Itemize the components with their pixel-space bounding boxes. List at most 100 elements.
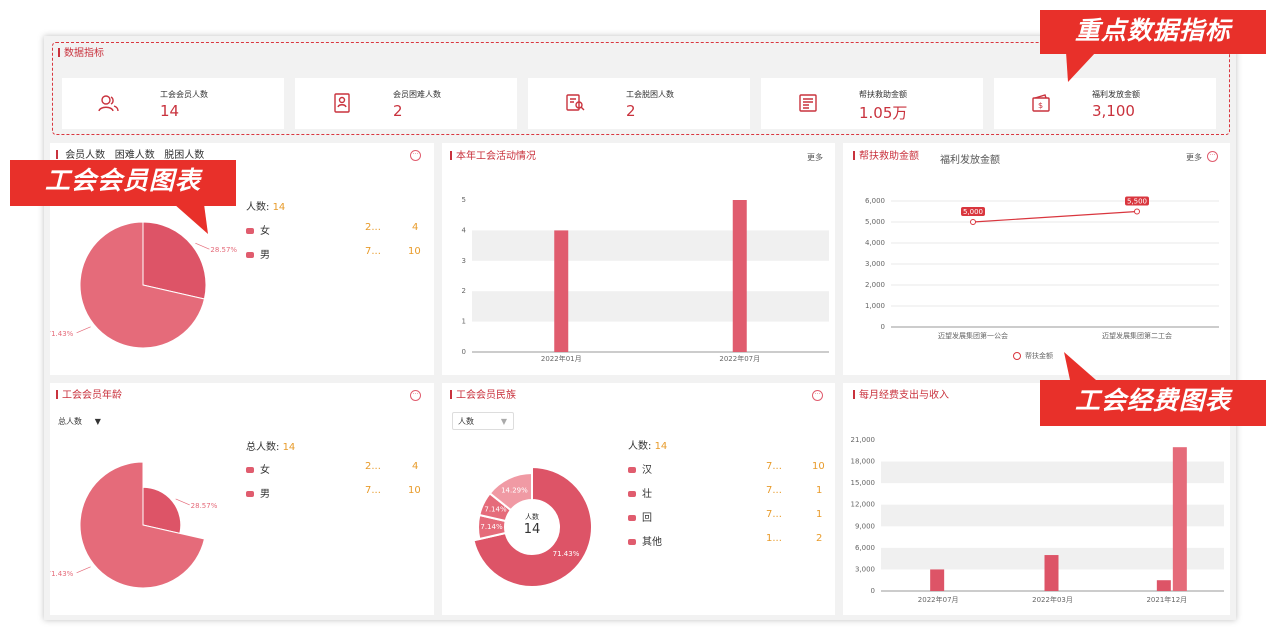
- id-card-icon: [566, 94, 585, 111]
- legend-count: 1: [816, 509, 823, 520]
- y-tick-label: 4: [462, 226, 467, 234]
- legend-item[interactable]: 其他: [628, 533, 662, 548]
- series-line: [972, 210, 1138, 223]
- chevron-down-icon: ▼: [94, 417, 101, 426]
- grid-stripe: [472, 230, 829, 261]
- ethnic-total-value: 14: [654, 441, 668, 452]
- funds-title: 每月经费支出与收入: [853, 390, 949, 402]
- legend-pct: 7...: [365, 246, 381, 257]
- callout-pointer: [1064, 352, 1096, 380]
- kpi-card-aid[interactable]: 帮扶救助金额 1.05万: [761, 78, 983, 129]
- pie-label: 71.43%: [50, 330, 74, 338]
- legend-name: 回: [642, 513, 652, 524]
- ethnic-select[interactable]: 人数 ▼: [452, 412, 514, 430]
- legend-pct: 7...: [766, 509, 782, 520]
- legend-pct: 7...: [766, 485, 782, 496]
- y-tick-label: 5: [462, 196, 466, 204]
- legend-pct: 7...: [766, 461, 782, 472]
- kpi-card-welfare[interactable]: $ 福利发放金额 3,100: [994, 78, 1216, 129]
- legend-item-male[interactable]: 男: [246, 485, 270, 500]
- legend-swatch: [246, 228, 254, 234]
- y-tick-label: 1: [462, 318, 466, 326]
- legend-swatch: [628, 539, 636, 545]
- legend-name: 男: [260, 250, 270, 261]
- wallet-icon: $: [1032, 94, 1050, 112]
- aid-tab-welfare[interactable]: 福利发放金额: [940, 151, 1000, 166]
- callout-funds-chart: 工会经费图表: [1040, 380, 1266, 426]
- kpi-card-hardship[interactable]: 会员困难人数 2: [295, 78, 517, 129]
- bar: [1044, 555, 1059, 591]
- y-tick-label: 3: [462, 257, 466, 265]
- legend-swatch: [628, 491, 636, 497]
- y-tick-label: 3,000: [865, 260, 885, 268]
- member-more-icon[interactable]: ···: [410, 150, 421, 161]
- legend-item-female[interactable]: 女: [246, 222, 270, 237]
- kpi-card-relieved[interactable]: 工会脱困人数 2: [528, 78, 750, 129]
- legend-count: 10: [812, 461, 825, 472]
- legend-pct: 2...: [365, 461, 381, 472]
- legend-name: 男: [260, 489, 270, 500]
- legend-item[interactable]: 汉: [628, 461, 652, 476]
- kpi-value: 2: [626, 102, 636, 120]
- activity-bar-chart: 0 1 2 3 4 5 2022年01月 2022年07月: [462, 196, 829, 363]
- x-tick-label: 2022年01月: [541, 354, 582, 363]
- donut-center-label: 人数: [525, 513, 539, 521]
- label-line: [175, 498, 190, 506]
- pie-label: 28.57%: [191, 502, 218, 510]
- legend-item[interactable]: 壮: [628, 485, 652, 500]
- legend-swatch: [246, 491, 254, 497]
- y-tick-label: 6,000: [865, 197, 885, 205]
- legend-name: 女: [260, 226, 270, 237]
- kpi-value: 2: [393, 102, 403, 120]
- y-tick-label: 2,000: [865, 281, 885, 289]
- age-more-icon[interactable]: ···: [410, 390, 421, 401]
- legend-count: 4: [412, 222, 419, 233]
- aid-tab-active[interactable]: 帮扶救助金额: [853, 151, 919, 163]
- donut-label: 7.14%: [480, 523, 503, 531]
- age-select[interactable]: 总人数 ▼: [58, 416, 101, 427]
- kpi-label: 福利发放金额: [1092, 90, 1140, 99]
- data-point: [970, 219, 976, 225]
- kpi-value: 3,100: [1092, 102, 1135, 120]
- legend-swatch: [246, 252, 254, 258]
- member-total-label: 人数:: [246, 202, 270, 213]
- grid-stripe: [881, 504, 1224, 527]
- activity-more-link[interactable]: 更多: [807, 152, 823, 163]
- legend-name: 汉: [642, 465, 652, 476]
- kpi-label: 帮扶救助金额: [859, 90, 907, 99]
- x-tick-label: 迈望发展集团第二工会: [1102, 331, 1172, 340]
- bar: [930, 569, 945, 591]
- y-tick-label: 9,000: [855, 522, 875, 530]
- y-tick-label: 15,000: [851, 479, 876, 487]
- legend-item[interactable]: 回: [628, 509, 652, 524]
- data-label: 5,000: [963, 208, 983, 216]
- legend-count: 10: [408, 246, 421, 257]
- legend-swatch: [628, 515, 636, 521]
- bar: [1156, 580, 1171, 591]
- y-tick-label: 0: [871, 587, 875, 595]
- member-total-value: 14: [272, 202, 286, 213]
- label-line: [195, 242, 210, 250]
- funds-bar-chart: 0 3,000 6,000 9,000 12,000 15,000 18,000 21,000…: [851, 436, 1224, 604]
- aid-line-chart: 0 1,000 2,000 3,000 4,000 5,000 6,000 迈望发展集团第一公…: [865, 196, 1219, 360]
- kpi-card-members[interactable]: 工会会员人数 14: [62, 78, 284, 129]
- legend-count: 2: [816, 533, 823, 544]
- legend-name: 壮: [642, 489, 652, 500]
- aid-more-icon[interactable]: ···: [1207, 151, 1218, 162]
- pie-slice: [79, 461, 206, 589]
- legend-item-male[interactable]: 男: [246, 246, 270, 261]
- bar: [1172, 447, 1187, 591]
- x-tick-label: 迈望发展集团第一公会: [938, 331, 1008, 340]
- donut-label: 14.29%: [501, 487, 528, 495]
- age-total-label: 总人数:: [246, 442, 280, 453]
- donut-label: 7.14%: [484, 505, 507, 513]
- pie-label: 71.43%: [50, 570, 74, 578]
- aid-more-link[interactable]: 更多: [1186, 152, 1202, 163]
- data-label: 5,500: [1127, 198, 1147, 206]
- kpi-label: 工会脱困人数: [626, 90, 674, 99]
- y-tick-label: 21,000: [851, 436, 876, 444]
- y-tick-label: 0: [462, 348, 466, 356]
- grid-stripe: [472, 291, 829, 322]
- ethnic-more-icon[interactable]: ···: [812, 390, 823, 401]
- legend-item-female[interactable]: 女: [246, 461, 270, 476]
